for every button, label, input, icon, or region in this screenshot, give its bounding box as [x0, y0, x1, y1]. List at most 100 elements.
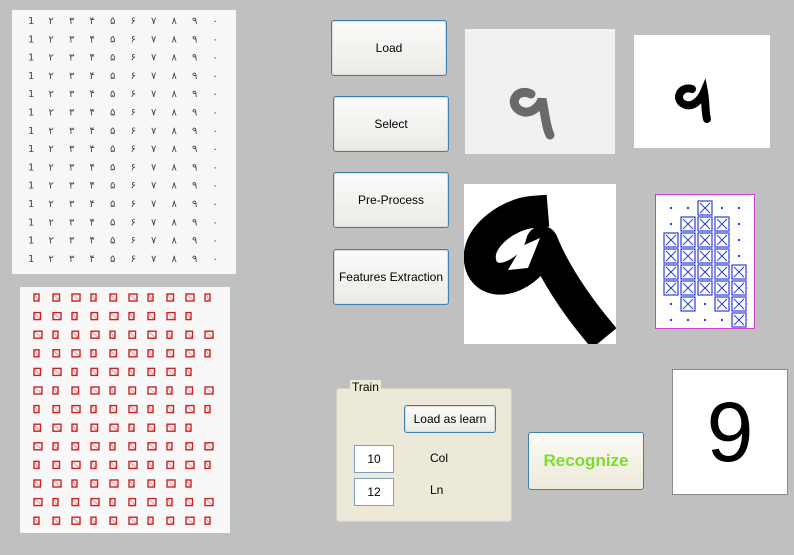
svg-text:۲: ۲	[49, 162, 54, 173]
svg-text:۶: ۶	[131, 126, 136, 137]
svg-text:۰: ۰	[213, 53, 218, 64]
svg-text:1: 1	[28, 181, 34, 192]
svg-text:۵: ۵	[110, 217, 115, 228]
svg-text:۵: ۵	[110, 126, 115, 137]
svg-text:۰: ۰	[213, 144, 218, 155]
col-input[interactable]: 10	[354, 445, 394, 473]
load-button[interactable]: Load	[331, 20, 447, 76]
recognized-digit-display: 9	[672, 369, 788, 495]
svg-text:۶: ۶	[131, 144, 136, 155]
svg-text:۹: ۹	[192, 217, 197, 228]
svg-text:۳: ۳	[69, 53, 75, 64]
svg-text:۴: ۴	[90, 16, 95, 27]
svg-text:۳: ۳	[69, 126, 75, 137]
load-as-learn-button[interactable]: Load as learn	[404, 405, 496, 433]
svg-text:۴: ۴	[90, 53, 95, 64]
svg-text:۳: ۳	[69, 108, 75, 119]
svg-text:۳: ۳	[69, 71, 75, 82]
svg-text:۳: ۳	[69, 16, 75, 27]
svg-text:۰: ۰	[213, 16, 218, 27]
svg-text:۵: ۵	[110, 144, 115, 155]
svg-text:۳: ۳	[69, 162, 75, 173]
svg-text:۵: ۵	[110, 34, 115, 45]
recognize-button[interactable]: Recognize	[528, 432, 644, 490]
select-button[interactable]: Select	[333, 96, 449, 152]
svg-text:۷: ۷	[151, 71, 157, 82]
svg-text:۳: ۳	[69, 89, 75, 100]
feature-grid-image	[655, 194, 755, 329]
preprocess-button[interactable]: Pre-Process	[333, 172, 449, 228]
svg-text:1: 1	[28, 89, 34, 100]
svg-text:۹: ۹	[192, 236, 197, 247]
svg-text:۴: ۴	[90, 217, 95, 228]
svg-text:۸: ۸	[172, 162, 178, 173]
svg-text:۷: ۷	[151, 199, 157, 210]
svg-text:۷: ۷	[151, 126, 157, 137]
svg-text:۵: ۵	[110, 181, 115, 192]
svg-text:۴: ۴	[90, 254, 95, 265]
svg-text:۲: ۲	[49, 144, 54, 155]
svg-text:۴: ۴	[90, 89, 95, 100]
svg-text:۶: ۶	[131, 217, 136, 228]
svg-text:۸: ۸	[172, 34, 178, 45]
svg-text:۸: ۸	[172, 89, 178, 100]
svg-text:۳: ۳	[69, 199, 75, 210]
svg-text:1: 1	[28, 108, 34, 119]
svg-text:۲: ۲	[49, 126, 54, 137]
svg-text:۳: ۳	[69, 236, 75, 247]
svg-text:۹: ۹	[192, 53, 197, 64]
svg-text:۰: ۰	[213, 162, 218, 173]
svg-text:۲: ۲	[49, 16, 54, 27]
svg-text:۲: ۲	[49, 34, 54, 45]
svg-text:1: 1	[28, 126, 34, 137]
svg-text:۶: ۶	[131, 108, 136, 119]
svg-text:1: 1	[28, 144, 34, 155]
segmented-sheet-image	[20, 287, 230, 533]
svg-text:۶: ۶	[131, 89, 136, 100]
svg-text:۸: ۸	[172, 254, 178, 265]
col-label: Col	[430, 451, 449, 465]
svg-text:۰: ۰	[213, 181, 218, 192]
svg-text:۷: ۷	[151, 236, 157, 247]
svg-text:۴: ۴	[90, 199, 95, 210]
svg-text:۳: ۳	[69, 217, 75, 228]
svg-text:۴: ۴	[90, 108, 95, 119]
selected-digit-image	[465, 29, 615, 154]
svg-text:۵: ۵	[110, 236, 115, 247]
svg-text:۸: ۸	[172, 144, 178, 155]
ln-input[interactable]: 12	[354, 478, 394, 506]
svg-text:۰: ۰	[213, 199, 218, 210]
svg-text:۹: ۹	[192, 181, 197, 192]
features-extraction-button[interactable]: Features Extraction	[333, 249, 449, 305]
svg-text:۷: ۷	[151, 108, 157, 119]
train-group-label: Train	[350, 380, 381, 394]
svg-text:۶: ۶	[131, 71, 136, 82]
svg-text:۸: ۸	[172, 181, 178, 192]
svg-text:۳: ۳	[69, 34, 75, 45]
svg-text:۸: ۸	[172, 71, 178, 82]
svg-text:1: 1	[28, 34, 34, 45]
svg-text:۷: ۷	[151, 16, 157, 27]
svg-text:۷: ۷	[151, 181, 157, 192]
svg-text:۰: ۰	[213, 217, 218, 228]
svg-text:۲: ۲	[49, 53, 54, 64]
svg-text:۶: ۶	[131, 162, 136, 173]
svg-text:۶: ۶	[131, 16, 136, 27]
svg-text:۶: ۶	[131, 181, 136, 192]
svg-text:۳: ۳	[69, 181, 75, 192]
svg-text:1: 1	[28, 199, 34, 210]
svg-text:۶: ۶	[131, 254, 136, 265]
svg-text:1: 1	[28, 254, 34, 265]
svg-text:۶: ۶	[131, 236, 136, 247]
svg-text:۵: ۵	[110, 89, 115, 100]
svg-text:1: 1	[28, 53, 34, 64]
svg-text:۷: ۷	[151, 34, 157, 45]
svg-text:۶: ۶	[131, 53, 136, 64]
svg-text:1: 1	[28, 162, 34, 173]
svg-text:۸: ۸	[172, 53, 178, 64]
svg-text:۹: ۹	[192, 199, 197, 210]
svg-text:۸: ۸	[172, 108, 178, 119]
preprocessed-digit-image	[464, 184, 616, 344]
svg-text:۰: ۰	[213, 71, 218, 82]
svg-text:۴: ۴	[90, 71, 95, 82]
